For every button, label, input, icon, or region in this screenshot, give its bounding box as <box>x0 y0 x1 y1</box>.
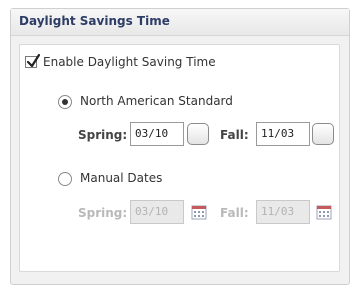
manual-spring-label: Spring: <box>78 206 128 220</box>
manual-fall-input[interactable]: 11/03 <box>256 200 310 224</box>
manual-fall-label: Fall: <box>220 206 249 220</box>
enable-dst-checkbox[interactable] <box>25 53 41 68</box>
panel-header: Daylight Savings Time <box>11 9 349 36</box>
dst-settings-panel: Daylight Savings Time <box>10 8 350 285</box>
north-american-radio[interactable] <box>58 95 72 109</box>
manual-spring-input[interactable]: 03/10 <box>130 200 184 224</box>
na-spring-input[interactable]: 03/10 <box>130 122 184 146</box>
panel-title: Daylight Savings Time <box>19 14 170 28</box>
calendar-icon[interactable] <box>316 204 332 220</box>
na-fall-calendar-button[interactable] <box>312 123 334 145</box>
enable-dst-label[interactable]: Enable Daylight Saving Time <box>43 55 216 69</box>
check-icon <box>26 53 41 68</box>
na-fall-label: Fall: <box>220 128 249 142</box>
dst-options-box <box>19 44 340 272</box>
manual-dates-radio[interactable] <box>58 172 72 186</box>
north-american-label[interactable]: North American Standard <box>80 94 233 108</box>
calendar-icon[interactable] <box>191 204 207 220</box>
radio-selected-dot <box>62 99 68 105</box>
na-spring-calendar-button[interactable] <box>187 123 209 145</box>
na-spring-label: Spring: <box>78 128 128 142</box>
manual-dates-label[interactable]: Manual Dates <box>80 171 162 185</box>
na-fall-input[interactable]: 11/03 <box>256 122 310 146</box>
